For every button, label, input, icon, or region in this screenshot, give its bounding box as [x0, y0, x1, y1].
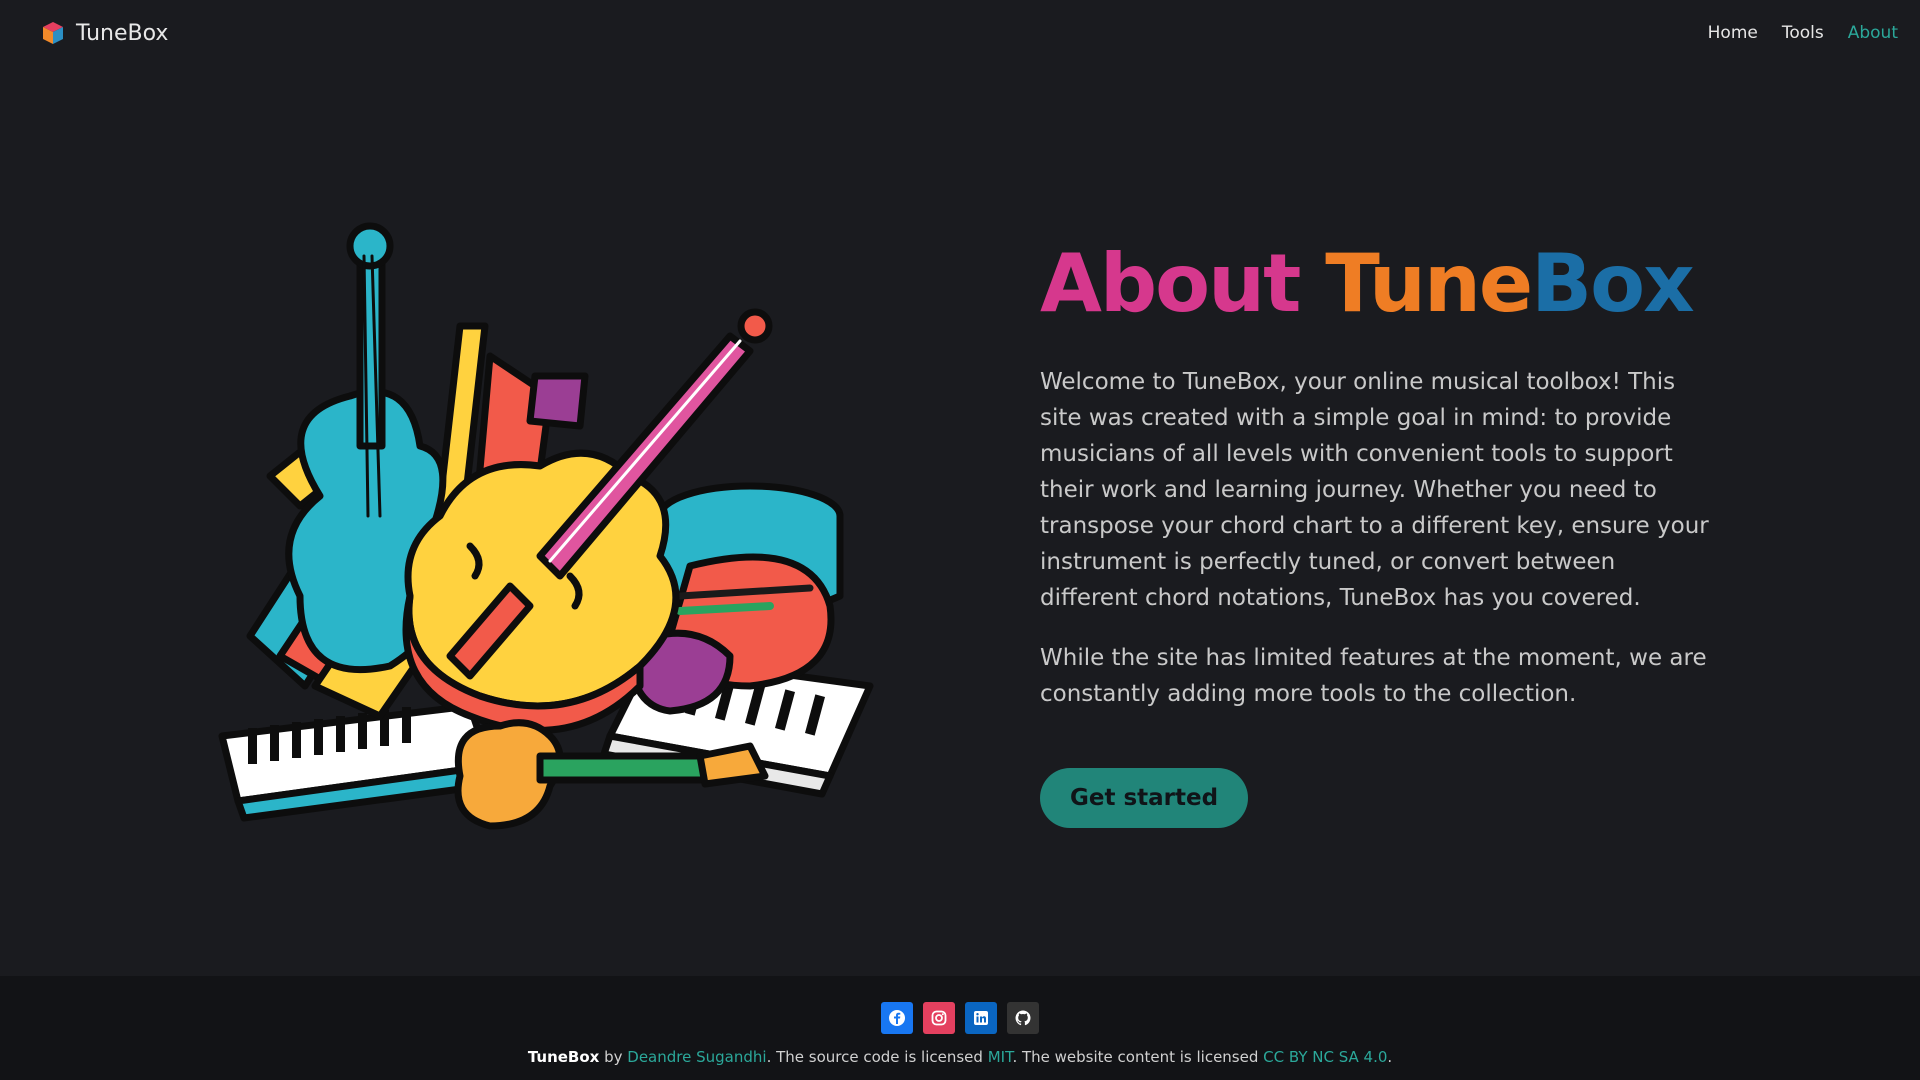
facebook-link[interactable]	[881, 1002, 913, 1034]
social-links	[0, 1002, 1920, 1034]
github-link[interactable]	[1007, 1002, 1039, 1034]
title-tune: Tune	[1325, 237, 1533, 330]
footer-text-3: .	[1387, 1048, 1393, 1066]
footer-text-1: . The source code is licensed	[766, 1048, 988, 1066]
linkedin-icon	[974, 1011, 988, 1025]
cube-logo-icon	[43, 22, 63, 44]
mit-license-link[interactable]: MIT	[988, 1048, 1013, 1066]
cc-license-link[interactable]: CC BY NC SA 4.0	[1263, 1048, 1387, 1066]
instagram-link[interactable]	[923, 1002, 955, 1034]
title-box: Box	[1531, 237, 1695, 330]
footer-brand: TuneBox	[527, 1048, 600, 1066]
brand-name: TuneBox	[76, 20, 169, 46]
title-about: About	[1040, 237, 1301, 330]
hero-section: About TuneBox Welcome to TuneBox, your o…	[0, 66, 1920, 976]
footer: TuneBox by Deandre Sugandhi. The source …	[0, 976, 1920, 1080]
footer-credit: TuneBox by Deandre Sugandhi. The source …	[0, 1048, 1920, 1066]
instagram-icon	[931, 1010, 947, 1026]
instruments-illustration	[218, 222, 874, 830]
facebook-icon	[889, 1010, 905, 1026]
get-started-button[interactable]: Get started	[1040, 768, 1249, 828]
page-title: About TuneBox	[1040, 236, 1710, 332]
nav-about-link[interactable]: About	[1848, 23, 1898, 43]
nav-home-link[interactable]: Home	[1708, 23, 1758, 43]
nav-links: Home Tools About	[1708, 23, 1898, 43]
about-content: About TuneBox Welcome to TuneBox, your o…	[1040, 236, 1710, 828]
author-link[interactable]: Deandre Sugandhi	[627, 1048, 766, 1066]
intro-paragraph: Welcome to TuneBox, your online musical …	[1040, 369, 1709, 611]
github-icon	[1015, 1010, 1031, 1026]
nav-tools-link[interactable]: Tools	[1782, 23, 1824, 43]
linkedin-link[interactable]	[965, 1002, 997, 1034]
footer-by: by	[599, 1048, 628, 1066]
features-paragraph: While the site has limited features at t…	[1040, 645, 1707, 707]
footer-text-2: . The website content is licensed	[1012, 1048, 1264, 1066]
brand-link[interactable]: TuneBox	[40, 20, 168, 46]
top-navbar: TuneBox Home Tools About	[0, 0, 1920, 66]
